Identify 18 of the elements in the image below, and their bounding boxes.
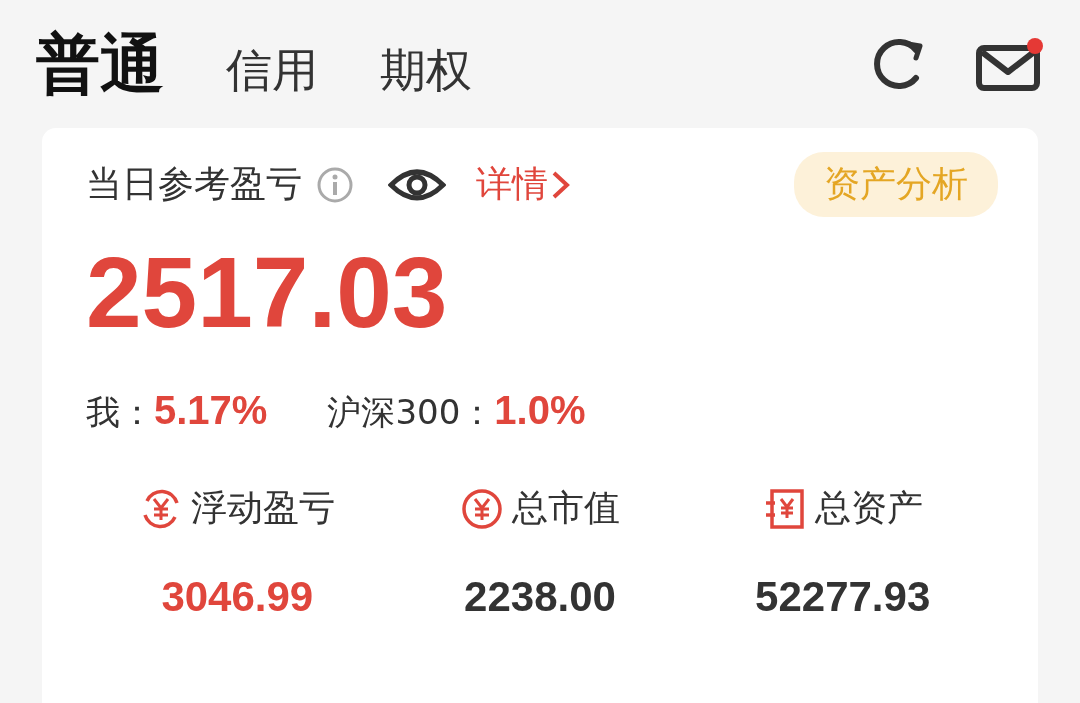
stat-label: 浮动盈亏 [191,486,336,530]
account-tab[interactable]: 普通 [36,20,164,108]
mail-icon[interactable] [976,36,1044,92]
comparison-value: 5.17% [154,388,268,433]
stat-label: 总资产 [814,486,923,530]
stat-value: 52277.93 [755,573,931,621]
comparison-value: 1.0% [494,388,586,433]
account-tab[interactable]: 期权 [380,39,472,102]
comparison-label: 我： [86,391,154,434]
profit-amount: 2517.03 [86,235,449,350]
comparison-label: 沪深300： [327,391,495,434]
yen-coin-icon [460,486,504,531]
details-link[interactable]: 详情 [476,160,572,209]
stat-label: 总市值 [512,486,620,530]
daily-profit-label: 当日参考盈亏 [86,162,302,206]
stat-value: 2238.00 [464,573,616,621]
stat-value: 3046.99 [161,573,314,621]
account-tab[interactable]: 信用 [226,39,318,102]
